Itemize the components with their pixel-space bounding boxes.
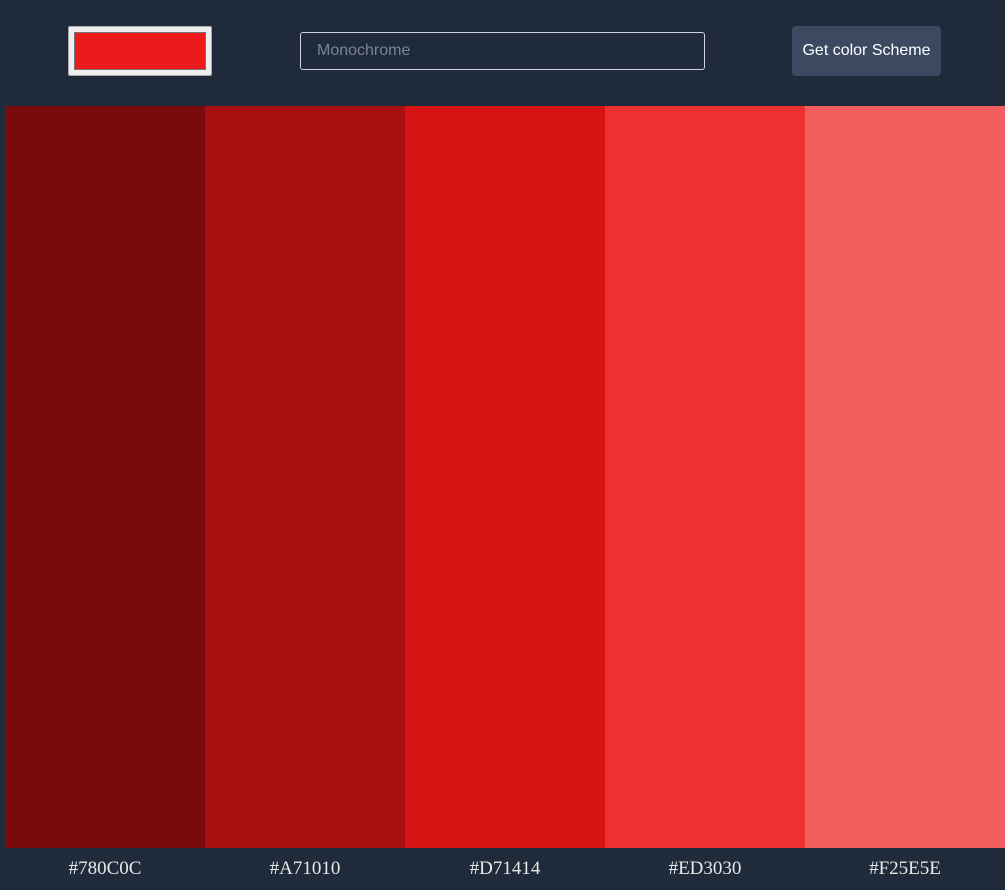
hex-label-2[interactable]: #A71010 bbox=[205, 848, 405, 888]
scheme-mode-input[interactable] bbox=[300, 32, 705, 70]
hex-labels-row: #780C0C #A71010 #D71414 #ED3030 #F25E5E bbox=[5, 848, 1005, 888]
color-swatch-1[interactable] bbox=[5, 106, 205, 848]
color-swatch-2[interactable] bbox=[205, 106, 405, 848]
seed-color-picker[interactable] bbox=[68, 26, 212, 76]
color-palette bbox=[5, 106, 1005, 848]
header-bar: Get color Scheme bbox=[0, 0, 1005, 106]
get-color-scheme-button[interactable]: Get color Scheme bbox=[792, 26, 941, 76]
color-swatch-3[interactable] bbox=[405, 106, 605, 848]
hex-label-3[interactable]: #D71414 bbox=[405, 848, 605, 888]
hex-label-4[interactable]: #ED3030 bbox=[605, 848, 805, 888]
hex-label-1[interactable]: #780C0C bbox=[5, 848, 205, 888]
color-swatch-5[interactable] bbox=[805, 106, 1005, 848]
color-swatch-4[interactable] bbox=[605, 106, 805, 848]
seed-color-swatch bbox=[74, 32, 206, 70]
hex-label-5[interactable]: #F25E5E bbox=[805, 848, 1005, 888]
